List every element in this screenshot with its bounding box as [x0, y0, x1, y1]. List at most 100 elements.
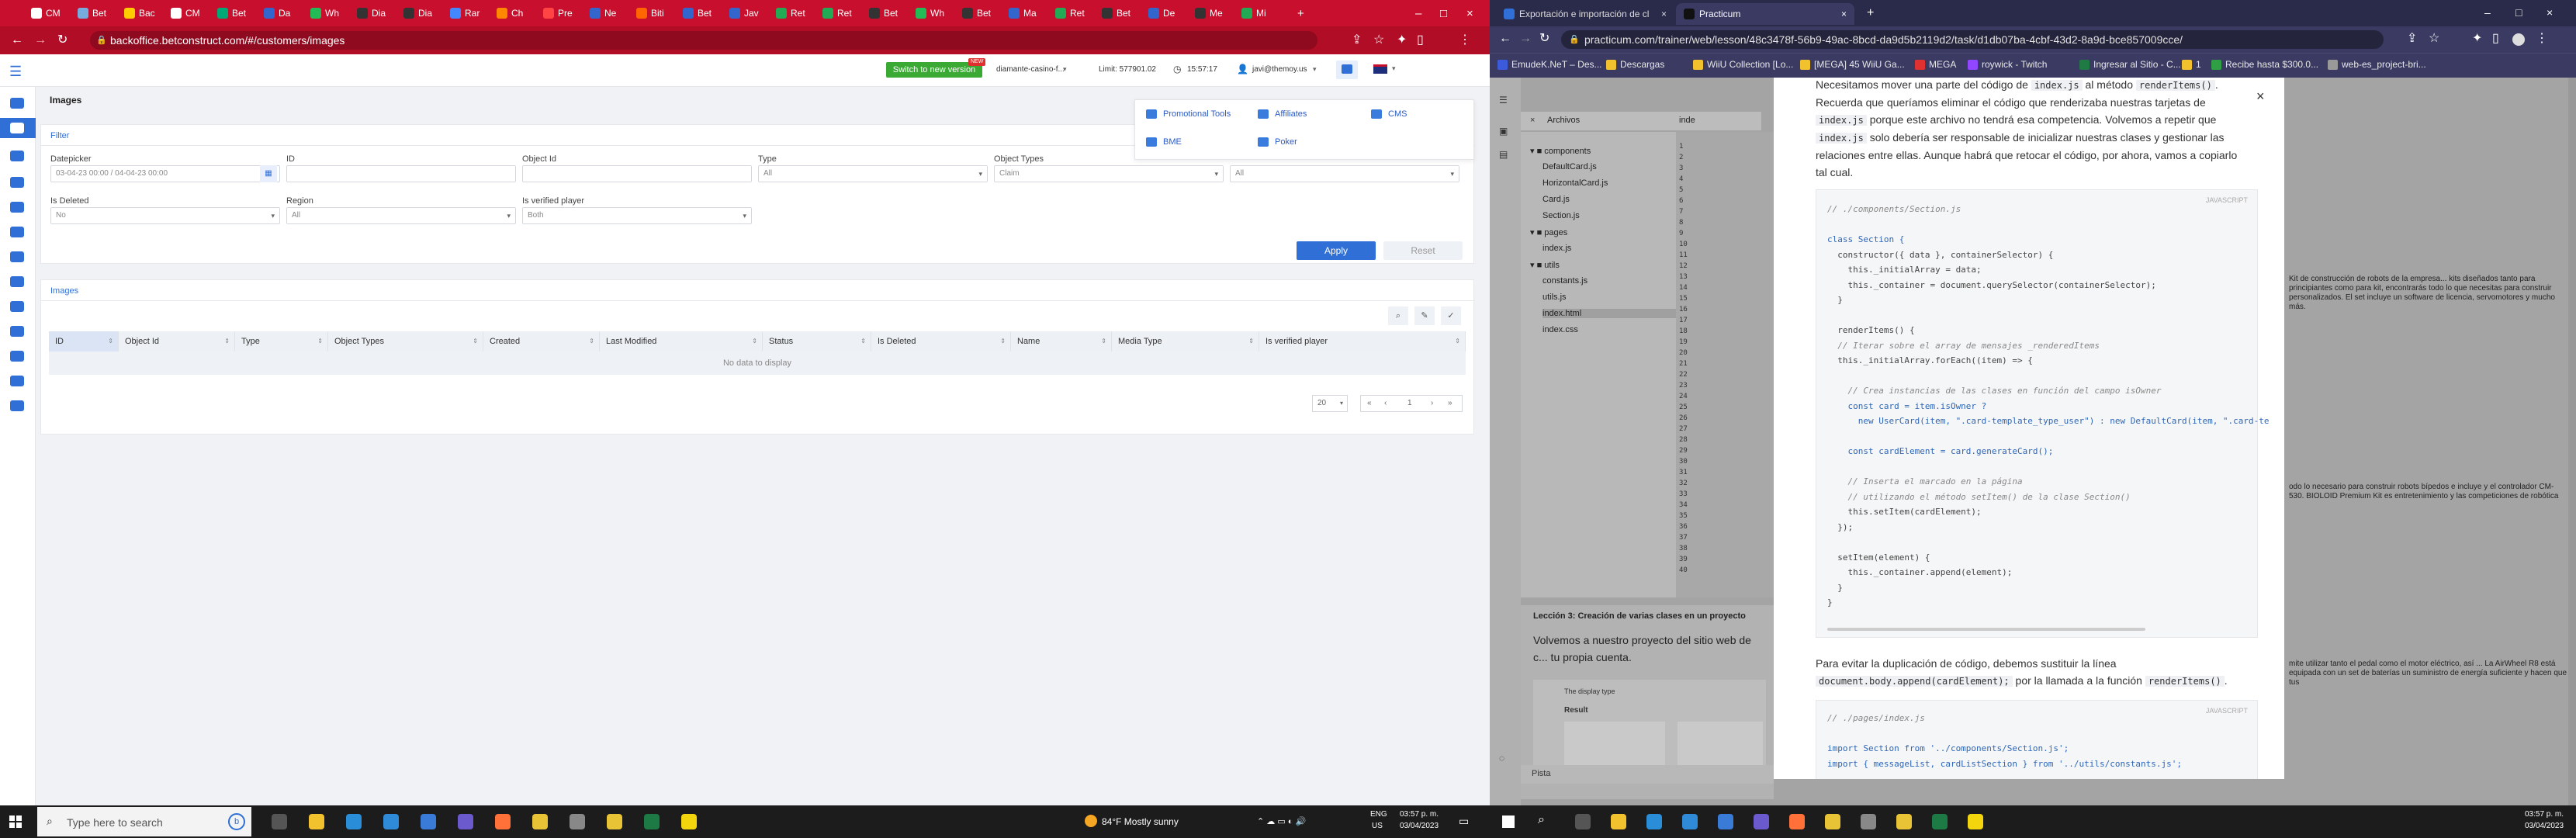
- menu-item-cms[interactable]: CMS: [1371, 109, 1407, 119]
- prev-page-icon[interactable]: ‹: [1384, 396, 1387, 411]
- horizontal-scrollbar[interactable]: [1827, 628, 2145, 631]
- cloud-icon[interactable]: [10, 123, 24, 133]
- user-icon[interactable]: [10, 301, 24, 312]
- file-tree-item[interactable]: index.html: [1542, 309, 1678, 318]
- region-select[interactable]: All ▾: [286, 207, 516, 224]
- browser-tab[interactable]: Ma: [1009, 5, 1037, 22]
- edit-icon[interactable]: ✎: [1414, 306, 1435, 325]
- extra-select[interactable]: All ▾: [1230, 165, 1459, 182]
- search-icon[interactable]: ⌕: [1388, 306, 1408, 325]
- bing-icon[interactable]: b: [228, 813, 245, 830]
- browser-tab[interactable]: Bet: [78, 5, 106, 22]
- chrome-icon[interactable]: [1825, 814, 1840, 829]
- calculator-icon[interactable]: [1646, 814, 1662, 829]
- bookmark-item[interactable]: Ingresar al Sitio - C...: [2079, 59, 2181, 70]
- file-tree-item[interactable]: ▾ ■ pages: [1530, 227, 1567, 237]
- menu-item-affiliates[interactable]: Affiliates: [1258, 109, 1307, 119]
- browser-tab[interactable]: Jav: [729, 5, 759, 22]
- clock-date[interactable]: 03/04/2023: [1400, 822, 1439, 830]
- maximize-icon[interactable]: □: [2515, 6, 2522, 19]
- ide-file-tab[interactable]: inde: [1679, 116, 1695, 125]
- close-icon[interactable]: ×: [1661, 9, 1667, 19]
- browser-tab[interactable]: Wh: [916, 5, 944, 22]
- edge-icon[interactable]: [1682, 814, 1698, 829]
- calendar-icon[interactable]: ▦: [260, 165, 277, 182]
- task-view-icon[interactable]: [272, 814, 287, 829]
- close-window-icon[interactable]: ×: [2547, 6, 2553, 19]
- excel-icon[interactable]: [644, 814, 660, 829]
- browser-tab[interactable]: Dia: [403, 5, 432, 22]
- browser-tab[interactable]: Ret: [776, 5, 805, 22]
- app-icon[interactable]: [1861, 814, 1876, 829]
- browser-tab[interactable]: Dia: [357, 5, 386, 22]
- menu-item-promotional-tools[interactable]: Promotional Tools: [1146, 109, 1231, 119]
- verified-select[interactable]: Both ▾: [522, 207, 752, 224]
- sidepanel-icon[interactable]: ▯: [1417, 34, 1424, 47]
- excel-icon[interactable]: [1932, 814, 1948, 829]
- back-icon[interactable]: ←: [11, 34, 23, 47]
- menu-kebab-icon[interactable]: ⋮: [2536, 33, 2548, 45]
- address-bar[interactable]: 🔒 practicum.com/trainer/web/lesson/48c34…: [1561, 30, 2384, 49]
- payments-icon[interactable]: [10, 251, 24, 262]
- firefox-icon[interactable]: [1789, 814, 1805, 829]
- column-header[interactable]: ID ⇕: [49, 331, 119, 351]
- tray-icons[interactable]: ⌃ ☁ ▭ ◐ 🔊: [1257, 816, 1306, 826]
- bookmark-item[interactable]: WiiU Collection [Lo...: [1693, 59, 1793, 70]
- tools-icon[interactable]: [10, 400, 24, 411]
- bookmark-item[interactable]: MEGA: [1915, 59, 1956, 70]
- share-icon[interactable]: ⇪: [2407, 33, 2417, 45]
- close-icon[interactable]: ×: [1841, 9, 1847, 19]
- column-header[interactable]: Created ⇕: [483, 331, 600, 351]
- bookmark-item[interactable]: web-es_project-bri...: [2328, 59, 2426, 70]
- calculator-icon[interactable]: [346, 814, 362, 829]
- column-header[interactable]: Name ⇕: [1011, 331, 1112, 351]
- browser-tab[interactable]: Bet: [683, 5, 712, 22]
- filter-header[interactable]: Filter: [50, 131, 69, 140]
- object-id-input[interactable]: [522, 165, 752, 182]
- menu-kebab-icon[interactable]: ⋮: [1459, 34, 1471, 47]
- browser-tab[interactable]: Ch: [497, 5, 523, 22]
- file-tree-item[interactable]: HorizontalCard.js: [1542, 178, 1608, 188]
- file-tree-item[interactable]: DefaultCard.js: [1542, 162, 1597, 171]
- task-icon[interactable]: ▣: [1499, 126, 1508, 137]
- sort-icon[interactable]: ⇕: [589, 331, 594, 351]
- reset-button[interactable]: Reset: [1383, 241, 1463, 260]
- menu-icon[interactable]: ☰: [1499, 95, 1508, 106]
- edge-icon[interactable]: [383, 814, 399, 829]
- browser-tab[interactable]: Ret: [1055, 5, 1085, 22]
- clock-date[interactable]: 03/04/2023: [2525, 822, 2564, 830]
- chrome-icon[interactable]: [532, 814, 548, 829]
- sort-icon[interactable]: ⇕: [1000, 331, 1006, 351]
- page-number[interactable]: 1: [1407, 396, 1412, 411]
- search-icon[interactable]: ⌕: [1538, 813, 1545, 827]
- browser-tab[interactable]: Rar: [450, 5, 480, 22]
- browser-tab[interactable]: Me: [1195, 5, 1223, 22]
- firefox-icon[interactable]: [495, 814, 511, 829]
- id-input[interactable]: [286, 165, 516, 182]
- hint-bar[interactable]: Pista: [1521, 765, 1774, 784]
- sort-icon[interactable]: ⇕: [108, 331, 113, 351]
- bookmark-star-icon[interactable]: ☆: [2429, 33, 2439, 45]
- reload-icon[interactable]: ↻: [1539, 33, 1549, 45]
- tab-export[interactable]: Exportación e importación de cl ×: [1496, 3, 1674, 25]
- file-explorer-icon[interactable]: [309, 814, 324, 829]
- wallet-icon[interactable]: [10, 376, 24, 386]
- file-tree-item[interactable]: index.js: [1542, 244, 1571, 253]
- column-header[interactable]: Object Id ⇕: [119, 331, 235, 351]
- browser-tab[interactable]: Wh: [310, 5, 339, 22]
- extensions-icon[interactable]: ✦: [2472, 33, 2482, 45]
- chrome-icon[interactable]: [1896, 814, 1912, 829]
- column-header[interactable]: Is verified player ⇕: [1259, 331, 1466, 351]
- browser-tab[interactable]: Ret: [822, 5, 852, 22]
- new-tab-icon[interactable]: +: [1867, 6, 1874, 20]
- column-header[interactable]: Media Type ⇕: [1112, 331, 1259, 351]
- extensions-icon[interactable]: ✦: [1397, 34, 1407, 47]
- region-text[interactable]: US: [1372, 822, 1383, 830]
- apply-button[interactable]: Apply: [1297, 241, 1376, 260]
- file-tree-item[interactable]: ▾ ■ components: [1530, 146, 1591, 156]
- close-window-icon[interactable]: ×: [1466, 5, 1473, 22]
- file-tree-item[interactable]: index.css: [1542, 325, 1578, 334]
- mail-icon[interactable]: [421, 814, 436, 829]
- datepicker-input[interactable]: 03-04-23 00:00 / 04-04-23 00:00: [50, 165, 280, 182]
- chrome-icon[interactable]: [607, 814, 622, 829]
